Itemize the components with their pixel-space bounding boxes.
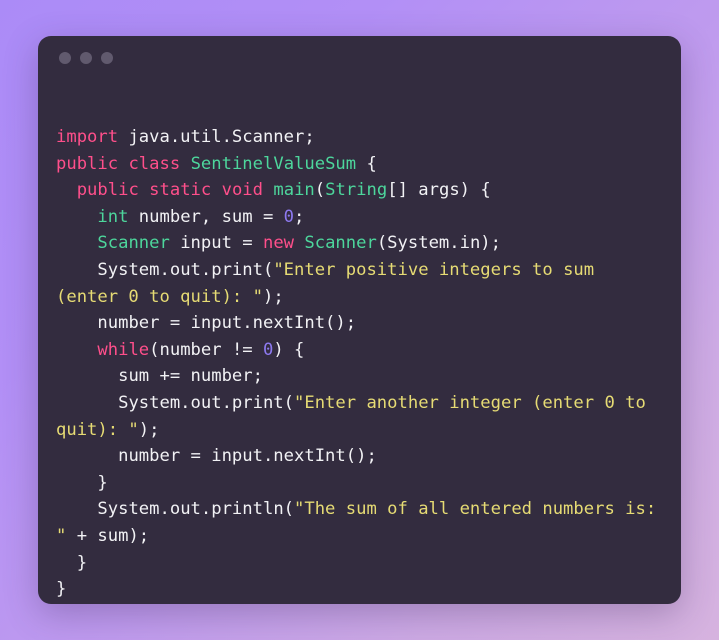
code-token: (System.in); <box>376 233 502 254</box>
code-token: sum += number; <box>56 366 263 387</box>
window-titlebar <box>38 36 681 80</box>
code-token: Scanner <box>97 233 170 254</box>
code-token: [] args) { <box>387 180 491 201</box>
code-token: public <box>76 180 139 201</box>
code-token: System.out.println( <box>56 499 295 520</box>
code-token: input = <box>169 233 263 254</box>
code-token: 0 <box>262 339 274 360</box>
code-token: SentinelValueSum <box>190 153 357 174</box>
code-token: Scanner <box>304 233 377 254</box>
code-token: ) { <box>273 339 305 360</box>
code-token: public <box>56 153 119 174</box>
window-dot-maximize-icon[interactable] <box>101 52 113 64</box>
code-token: { <box>356 153 377 174</box>
code-token: String <box>325 180 388 201</box>
code-token: System.out.print( <box>56 259 274 280</box>
code-token: } <box>56 579 67 600</box>
code-token: java.util.Scanner; <box>118 127 315 147</box>
code-token: ); <box>138 419 160 440</box>
code-token: } <box>56 552 88 573</box>
code-token: int <box>97 206 129 227</box>
code-token: ); <box>262 286 284 307</box>
code-token: number, sum = <box>128 206 284 227</box>
code-token: + sum); <box>66 525 150 546</box>
code-token: import <box>56 127 119 147</box>
code-token: main <box>273 180 315 201</box>
code-token: void <box>221 180 264 201</box>
window-dot-close-icon[interactable] <box>59 52 71 64</box>
code-token: ( <box>314 180 326 201</box>
code-token: number = input.nextInt(); <box>56 313 357 334</box>
screenshot-canvas: import java.util.Scanner; public class S… <box>0 0 719 640</box>
code-token: (number != <box>149 339 263 360</box>
code-token: new <box>262 233 295 254</box>
code-token: ; <box>294 206 305 227</box>
code-token: } <box>56 472 108 493</box>
code-token: 0 <box>283 206 295 227</box>
java-source-code: import java.util.Scanner; public class S… <box>56 124 663 603</box>
code-snippet-window: import java.util.Scanner; public class S… <box>38 36 681 604</box>
code-token: while <box>97 339 150 360</box>
code-body: import java.util.Scanner; public class S… <box>38 80 681 604</box>
code-token: System.out.print( <box>56 392 295 413</box>
code-token: class <box>128 153 181 174</box>
code-token: static <box>149 180 212 201</box>
window-dot-minimize-icon[interactable] <box>80 52 92 64</box>
code-token: number = input.nextInt(); <box>56 446 377 467</box>
